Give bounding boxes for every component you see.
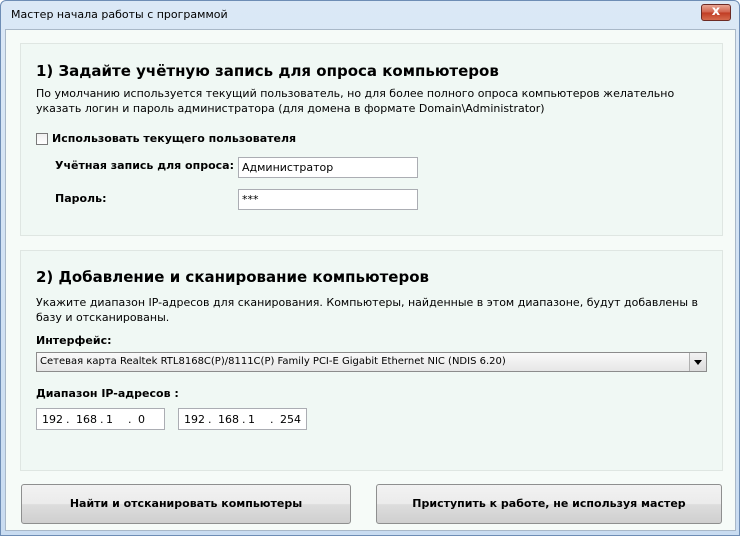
ip-dot: . xyxy=(66,413,70,426)
account-input[interactable]: Администратор xyxy=(238,157,418,178)
ip-from-field[interactable]: 192 . 168 . 1 . 0 xyxy=(36,408,165,430)
account-panel: 1) Задайте учётную запись для опроса ком… xyxy=(20,43,723,236)
ip-from-octet-2[interactable]: 168 xyxy=(76,413,97,426)
ip-from-octet-1[interactable]: 192 xyxy=(42,413,63,426)
interface-select-value: Сетевая карта Realtek RTL8168C(P)/8111C(… xyxy=(40,356,506,367)
ip-dot: . xyxy=(208,413,212,426)
close-button[interactable]: x xyxy=(701,4,731,21)
scan-computers-button[interactable]: Найти и отсканировать компьютеры xyxy=(21,484,351,524)
password-label: Пароль: xyxy=(55,192,107,205)
password-input[interactable]: *** xyxy=(238,189,418,210)
title-bar[interactable]: Мастер начала работы с программой x xyxy=(1,1,739,29)
scan-heading: 2) Добавление и сканирование компьютеров xyxy=(36,268,430,286)
use-current-user-label[interactable]: Использовать текущего пользователя xyxy=(52,132,296,145)
account-heading: 1) Задайте учётную запись для опроса ком… xyxy=(36,62,499,80)
dropdown-arrow-button[interactable] xyxy=(689,353,706,371)
account-description: По умолчанию используется текущий пользо… xyxy=(36,87,675,115)
ip-from-octet-4[interactable]: 0 xyxy=(138,413,145,426)
ip-to-octet-2[interactable]: 168 xyxy=(218,413,239,426)
use-current-user-checkbox[interactable] xyxy=(36,133,48,145)
interface-label: Интерфейс: xyxy=(36,334,112,347)
interface-select[interactable]: Сетевая карта Realtek RTL8168C(P)/8111C(… xyxy=(36,352,707,372)
account-label: Учётная запись для опроса: xyxy=(55,159,234,172)
ip-to-field[interactable]: 192 . 168 . 1 . 254 xyxy=(178,408,307,430)
ip-from-octet-3[interactable]: 1 xyxy=(106,413,113,426)
wizard-window: Мастер начала работы с программой x 1) З… xyxy=(0,0,740,536)
ip-to-octet-3[interactable]: 1 xyxy=(248,413,255,426)
skip-wizard-button[interactable]: Приступить к работе, не используя мастер xyxy=(376,484,722,524)
ip-range-label: Диапазон IP-адресов : xyxy=(36,387,179,400)
ip-dot: . xyxy=(270,413,274,426)
scan-panel: 2) Добавление и сканирование компьютеров… xyxy=(20,250,723,471)
ip-dot: . xyxy=(100,413,104,426)
close-icon: x xyxy=(711,4,721,19)
ip-dot: . xyxy=(128,413,132,426)
window-title: Мастер начала работы с программой xyxy=(11,8,228,21)
chevron-down-icon xyxy=(694,360,702,365)
client-area: 1) Задайте учётную запись для опроса ком… xyxy=(5,29,736,531)
ip-to-octet-1[interactable]: 192 xyxy=(184,413,205,426)
scan-description: Укажите диапазон IP-адресов для сканиров… xyxy=(36,296,698,324)
ip-to-octet-4[interactable]: 254 xyxy=(280,413,301,426)
ip-dot: . xyxy=(242,413,246,426)
